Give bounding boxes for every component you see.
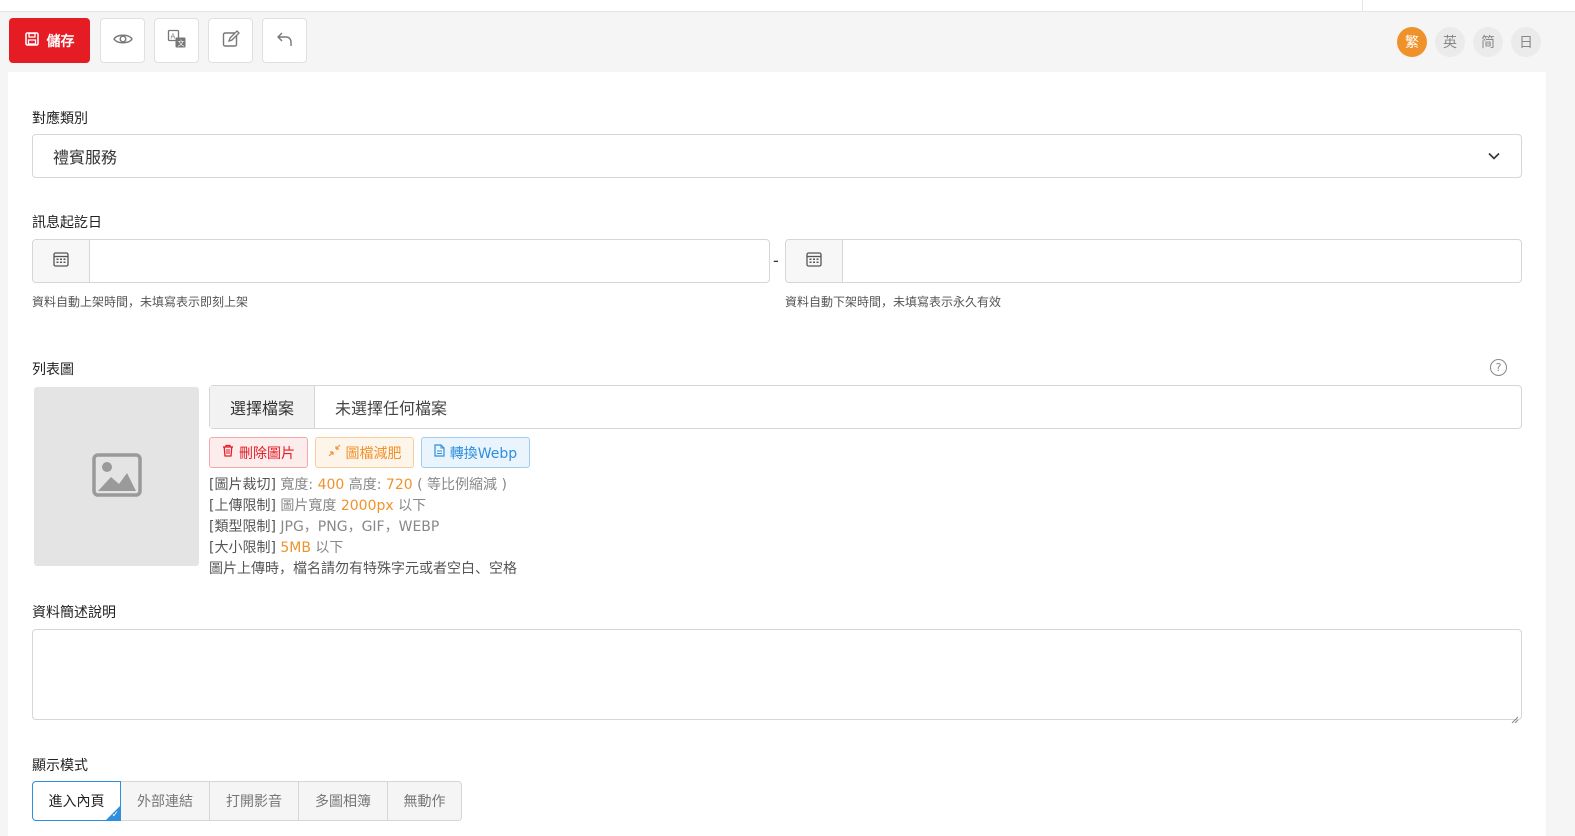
crop-width-value: 400 (317, 477, 345, 493)
description-textarea[interactable] (32, 629, 1522, 720)
lang-english[interactable]: 英 (1435, 27, 1465, 57)
crop-height-value: 720 (385, 477, 413, 493)
undo-button[interactable] (262, 18, 307, 63)
display-mode-option-label: 打開影音 (226, 794, 282, 810)
file-icon (434, 444, 445, 461)
display-mode-segmented: 進入內頁 ✓ 外部連結 打開影音 多圖相簿 無動作 (32, 781, 462, 821)
display-mode-option-label: 多圖相簿 (315, 794, 371, 810)
delete-image-button[interactable]: 刪除圖片 (209, 437, 308, 468)
convert-webp-button[interactable]: 轉換Webp (421, 437, 530, 468)
delete-image-label: 刪除圖片 (239, 445, 295, 462)
type-limit-info: [類型限制] JPG，PNG，GIF，WEBP (209, 516, 439, 536)
display-mode-label: 顯示模式 (32, 758, 88, 774)
preview-button[interactable] (100, 18, 145, 63)
file-name-text: 未選擇任何檔案 (335, 399, 448, 418)
start-date-calendar-button[interactable] (33, 240, 90, 282)
upload-limit-info: [上傳限制] 圖片寬度 2000px 以下 (209, 495, 426, 515)
chevron-down-icon (1487, 148, 1501, 167)
lang-japanese[interactable]: 日 (1511, 27, 1541, 57)
end-date-input[interactable] (843, 240, 1521, 282)
end-date-group (785, 239, 1522, 283)
end-date-calendar-button[interactable] (786, 240, 843, 282)
compress-arrows-icon (328, 444, 341, 461)
size-limit-suffix: 以下 (310, 540, 344, 556)
display-mode-option-no-action[interactable]: 無動作 (388, 781, 462, 821)
date-range-separator: - (773, 251, 779, 270)
date-range-label: 訊息起訖日 (32, 215, 102, 231)
upload-limit-key: [上傳限制] (209, 498, 276, 514)
image-preview (34, 387, 199, 566)
file-input[interactable]: 選擇檔案 未選擇任何檔案 (209, 385, 1522, 429)
description-label: 資料簡述說明 (32, 605, 116, 621)
upload-limit-value: 2000px (340, 498, 394, 514)
checkmark-icon: ✓ (111, 810, 119, 820)
edit-button[interactable] (208, 18, 253, 63)
translate-button[interactable]: A文 (154, 18, 199, 63)
help-icon[interactable]: ? (1490, 359, 1507, 376)
top-strip (0, 0, 1575, 12)
svg-text:A: A (170, 32, 175, 40)
image-placeholder-icon (91, 452, 142, 501)
calendar-icon (806, 251, 822, 271)
compress-image-label: 圖檔減肥 (345, 445, 402, 462)
display-mode-option-label: 無動作 (403, 794, 446, 810)
crop-info: [圖片裁切] 寬度: 400 高度: 720 ( 等比例縮減 ) (209, 474, 507, 494)
eye-icon (112, 31, 133, 50)
end-date-hint: 資料自動下架時間，未填寫表示永久有效 (785, 295, 1002, 309)
resize-grip-icon[interactable] (1511, 709, 1519, 728)
convert-webp-label: 轉換Webp (449, 445, 518, 462)
top-strip-divider (1362, 0, 1363, 12)
category-select[interactable]: 禮賓服務 (32, 134, 1522, 178)
size-limit-value: 5MB (280, 540, 311, 556)
upload-limit-suffix: 以下 (393, 498, 427, 514)
display-mode-option-external-link[interactable]: 外部連結 (121, 781, 210, 821)
compress-image-button[interactable]: 圖檔減肥 (315, 437, 414, 468)
choose-file-button[interactable]: 選擇檔案 (210, 386, 315, 428)
crop-width-label: 寬度: (280, 477, 318, 493)
size-limit-key: [大小限制] (209, 540, 276, 556)
size-limit-info: [大小限制] 5MB 以下 (209, 537, 343, 557)
start-date-group (32, 239, 770, 283)
display-mode-option-open-video[interactable]: 打開影音 (210, 781, 299, 821)
display-mode-option-label: 外部連結 (137, 794, 193, 810)
floppy-disk-icon (24, 31, 39, 50)
filename-note: 圖片上傳時，檔名請勿有特殊字元或者空白、空格 (209, 561, 517, 577)
display-mode-option-label: 進入內頁 (48, 794, 105, 810)
crop-height-label: 高度: (344, 477, 386, 493)
pencil-square-icon (222, 29, 240, 52)
upload-limit-label: 圖片寬度 (275, 498, 341, 514)
lang-traditional-chinese[interactable]: 繁 (1397, 27, 1427, 57)
toolbar: 儲存 A文 繁 英 简 日 (0, 12, 1575, 70)
start-date-hint: 資料自動上架時間，未填寫表示即刻上架 (32, 295, 249, 309)
display-mode-option-inner-page[interactable]: 進入內頁 ✓ (32, 781, 121, 821)
crop-info-key: [圖片裁切] (209, 477, 276, 493)
crop-note: ( 等比例縮減 ) (412, 477, 507, 493)
display-mode-option-album[interactable]: 多圖相簿 (299, 781, 388, 821)
type-limit-key: [類型限制] (209, 519, 276, 535)
start-date-input[interactable] (90, 240, 769, 282)
category-label: 對應類別 (32, 111, 88, 127)
list-image-label: 列表圖 (32, 362, 74, 378)
undo-arrow-icon (276, 31, 294, 51)
lang-simplified-chinese[interactable]: 简 (1473, 27, 1503, 57)
trash-icon (222, 444, 234, 461)
svg-text:文: 文 (177, 38, 184, 47)
type-limit-value: JPG，PNG，GIF，WEBP (275, 519, 440, 535)
calendar-icon (53, 251, 69, 271)
save-button-label: 儲存 (46, 33, 75, 50)
save-button[interactable]: 儲存 (9, 18, 90, 63)
category-select-value: 禮賓服務 (53, 148, 118, 167)
translate-icon: A文 (167, 29, 187, 53)
